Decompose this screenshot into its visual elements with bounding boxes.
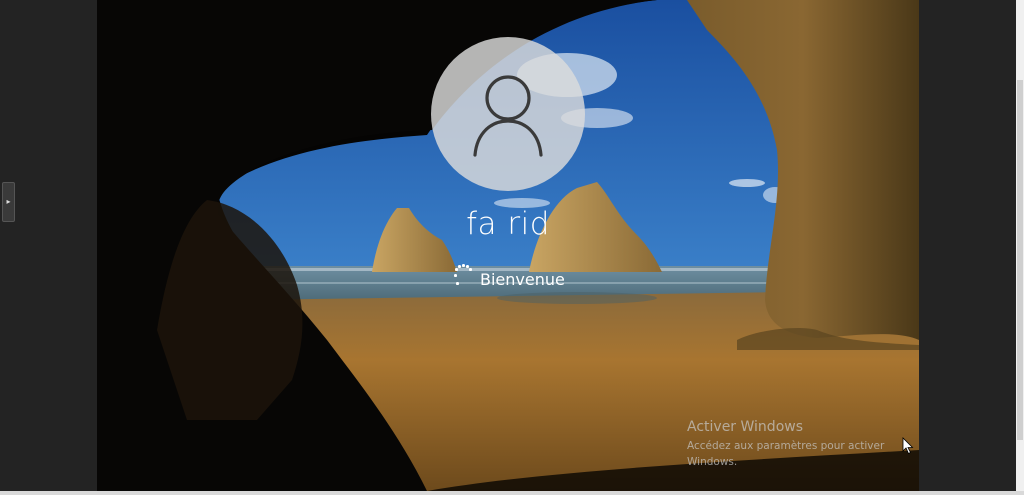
loading-spinner-icon [453, 264, 475, 288]
user-silhouette-icon [473, 75, 543, 157]
scrollbar-thumb[interactable] [1017, 80, 1023, 440]
mouse-pointer-icon [902, 437, 914, 455]
bottom-edge [0, 491, 1024, 495]
watermark-title: Activer Windows [687, 419, 804, 435]
watermark-line-1: Accédez aux paramètres pour activer [687, 440, 885, 452]
chevron-right-icon: ▸ [6, 197, 11, 206]
viewer-left-panel [0, 0, 97, 495]
user-name: fa rid [466, 206, 550, 242]
watermark-line-2: Windows. [687, 456, 738, 468]
user-avatar [431, 37, 585, 191]
side-panel-toggle[interactable]: ▸ [2, 182, 15, 222]
windows-lock-screen: fa rid Bienvenue Activer Windows Accédez… [97, 0, 919, 491]
activation-watermark: Activer Windows Accédez aux paramètres p… [687, 419, 884, 470]
welcome-label: Bienvenue [480, 270, 565, 289]
viewer-right-panel [919, 0, 1024, 495]
vertical-scrollbar[interactable] [1016, 0, 1024, 495]
